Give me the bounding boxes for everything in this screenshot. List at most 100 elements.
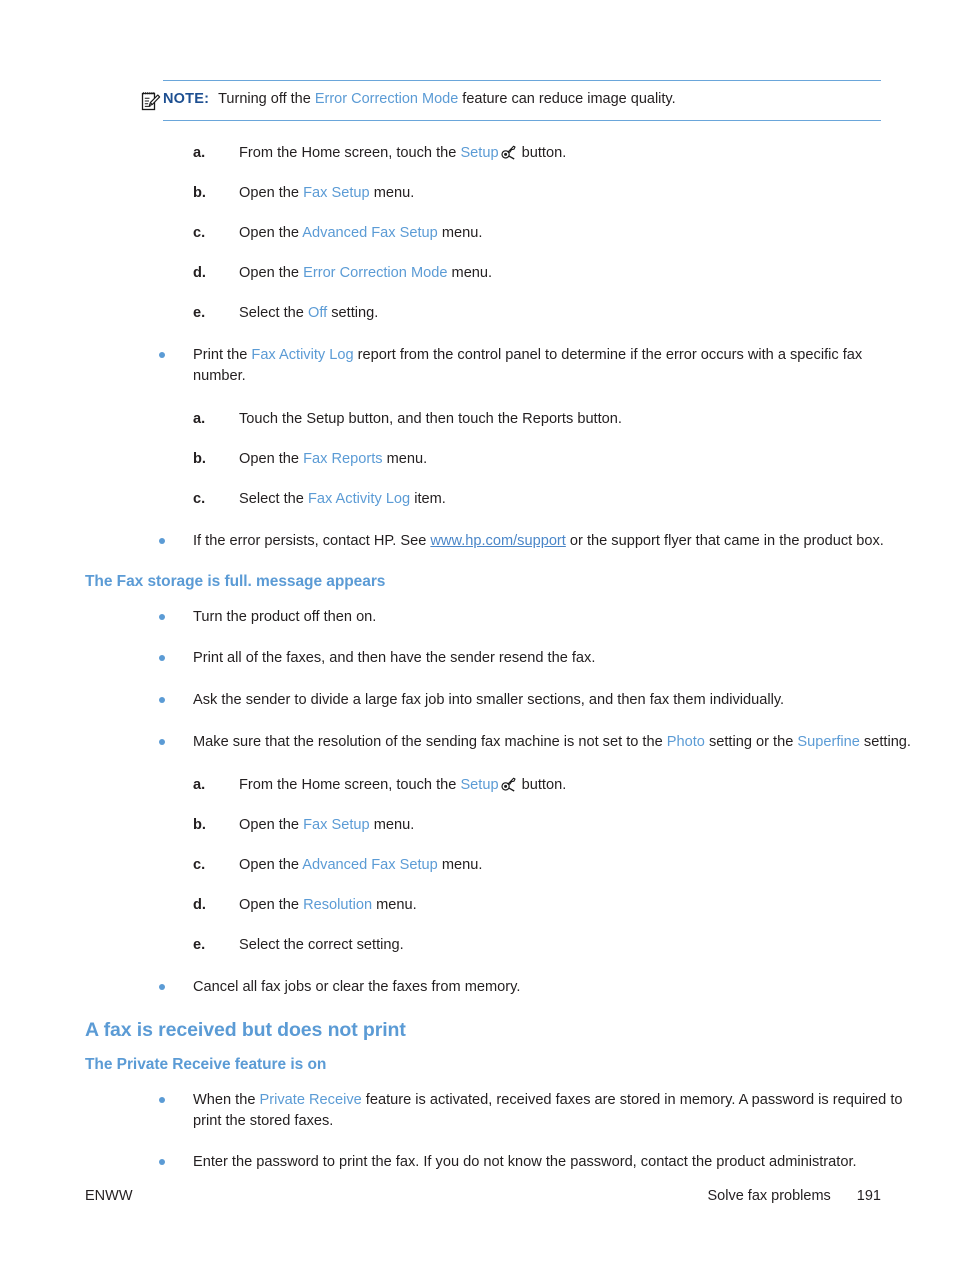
steps-error-correction-mode: a. From the Home screen, touch the Setup …: [85, 143, 881, 324]
step-text-pre: Open the: [239, 816, 304, 833]
step-text-pre: Touch the Setup button, and then touch t…: [239, 410, 622, 427]
bullet-contact-hp: If the error persists, contact HP. See w…: [85, 531, 884, 552]
step-text-post: menu.: [437, 224, 483, 241]
heading-fax-storage-full: The Fax storage is full. message appears: [85, 572, 386, 590]
note-emphasis: Error Correction Mode: [314, 91, 459, 107]
list-marker: d.: [193, 264, 206, 281]
bullet-emphasis-photo: Photo: [666, 733, 705, 750]
bullet-text-post: setting.: [859, 733, 911, 750]
step-text-post: setting.: [327, 305, 379, 322]
step-text-pre: Open the: [239, 264, 304, 281]
bullet-text-pre: If the error persists, contact HP. See: [193, 533, 431, 549]
step-text-pre: Select the: [239, 490, 308, 507]
list-item: a. Touch the Setup button, and then touch…: [193, 409, 879, 429]
step-emphasis: Setup: [460, 144, 499, 161]
list-item: When the Private Receive feature is acti…: [157, 1090, 911, 1131]
step-text-pre: Open the: [239, 896, 304, 913]
step-text-post: menu.: [369, 816, 415, 833]
bullet-text: Turn the product off then on.: [193, 608, 377, 625]
list-item: e. Select the Off setting.: [193, 303, 879, 323]
bullet-dot-icon: [159, 1096, 165, 1103]
step-emphasis: Advanced Fax Setup: [302, 224, 438, 241]
step-emphasis: Fax Setup: [303, 816, 370, 833]
bullet-emphasis: Fax Activity Log: [251, 347, 354, 364]
setup-wrench-icon: [500, 144, 516, 160]
list-item: If the error persists, contact HP. See w…: [157, 531, 911, 552]
step-emphasis: Fax Setup: [303, 184, 370, 201]
bullet-cancel-fax-jobs: Cancel all fax jobs or clear the faxes f…: [85, 977, 881, 998]
step-text-post: button.: [517, 776, 567, 793]
list-item: Ask the sender to divide a large fax job…: [157, 690, 911, 711]
list-item: d. Open the Error Correction Mode menu.: [193, 263, 879, 283]
hp-support-link[interactable]: www.hp.com/support: [430, 533, 565, 549]
step-text-post: button.: [517, 144, 567, 161]
bullet-text-post: or the support flyer that came in the pr…: [565, 533, 884, 549]
note-admonition: NOTE: Turning off the Error Correction Mo…: [141, 80, 881, 121]
bullet-dot-icon: [159, 984, 165, 991]
bullet-text: Print all of the faxes, and then have th…: [193, 650, 596, 667]
list-item: b. Open the Fax Setup menu.: [193, 815, 879, 835]
footer-chapter-title: Solve fax problems: [707, 1188, 831, 1204]
bullet-dot-icon: [159, 352, 165, 359]
step-emphasis: Off: [307, 305, 328, 322]
list-marker: d.: [193, 896, 206, 913]
bullet-text: Enter the password to print the fax. If …: [193, 1154, 857, 1171]
step-text-post: menu.: [447, 264, 493, 281]
page-content: NOTE: Turning off the Error Correction Mo…: [85, 80, 911, 1194]
bullet-dot-icon: [159, 697, 165, 704]
note-text-after: feature can reduce image quality.: [458, 91, 676, 107]
bullets-fax-storage-full: Turn the product off then on. Print all …: [85, 607, 911, 753]
step-text-pre: Open the: [239, 224, 303, 241]
list-item: a. From the Home screen, touch the Setup …: [193, 143, 879, 163]
list-item: c. Open the Advanced Fax Setup menu.: [193, 223, 879, 243]
step-text-pre: From the Home screen, touch the: [239, 144, 461, 161]
list-item: b. Open the Fax Reports menu.: [193, 449, 879, 469]
list-marker: e.: [193, 305, 206, 322]
document-page: NOTE: Turning off the Error Correction Mo…: [0, 0, 954, 1270]
steps-fax-reports: a. Touch the Setup button, and then touch…: [85, 409, 881, 509]
list-marker: a.: [193, 410, 206, 427]
step-emphasis: Advanced Fax Setup: [302, 856, 438, 873]
list-item: Print the Fax Activity Log report from t…: [157, 345, 911, 386]
step-emphasis: Resolution: [303, 896, 373, 913]
list-item: c. Select the Fax Activity Log item.: [193, 489, 879, 509]
step-text-pre: Open the: [239, 450, 304, 467]
step-text-pre: Select the: [239, 305, 308, 322]
list-item: b. Open the Fax Setup menu.: [193, 183, 879, 203]
step-text-post: menu.: [382, 450, 428, 467]
step-emphasis: Error Correction Mode: [303, 264, 448, 281]
footer-locale-code: ENWW: [85, 1188, 133, 1204]
step-text-post: menu.: [437, 856, 483, 873]
bullet-dot-icon: [159, 1159, 165, 1166]
list-marker: b.: [193, 450, 206, 467]
bullet-text-pre: When the: [193, 1091, 260, 1108]
bullet-dot-icon: [159, 738, 165, 745]
note-pad-pencil-icon: [141, 90, 161, 112]
list-item: a. From the Home screen, touch the Setup …: [193, 775, 879, 795]
list-marker: a.: [193, 776, 206, 793]
list-marker: e.: [193, 937, 206, 954]
bullet-dot-icon: [159, 613, 165, 620]
list-item: Make sure that the resolution of the sen…: [157, 732, 911, 753]
steps-resolution: a. From the Home screen, touch the Setup …: [85, 775, 881, 956]
list-item: Cancel all fax jobs or clear the faxes f…: [157, 977, 911, 998]
heading-private-receive-on: The Private Receive feature is on: [85, 1055, 327, 1073]
note-label: NOTE:: [163, 91, 210, 107]
bullet-emphasis-superfine: Superfine: [797, 733, 860, 750]
bullet-dot-icon: [159, 538, 165, 544]
bullet-fax-activity-log: Print the Fax Activity Log report from t…: [85, 345, 881, 386]
bullets-private-receive: When the Private Receive feature is acti…: [85, 1090, 903, 1173]
list-marker: c.: [193, 224, 206, 241]
list-item: d. Open the Resolution menu.: [193, 895, 879, 915]
step-text-pre: Open the: [239, 856, 303, 873]
note-text-before: Turning off the: [218, 91, 315, 107]
list-item: Turn the product off then on.: [157, 607, 911, 628]
list-item: Print all of the faxes, and then have th…: [157, 648, 911, 669]
bullet-text-pre: Print the: [193, 347, 252, 364]
list-item: c. Open the Advanced Fax Setup menu.: [193, 855, 879, 875]
list-marker: b.: [193, 184, 206, 201]
footer-right-group: Solve fax problems 191: [707, 1188, 881, 1204]
bullet-text-mid: setting or the: [704, 733, 798, 750]
list-marker: a.: [193, 144, 206, 161]
list-marker: c.: [193, 490, 206, 507]
